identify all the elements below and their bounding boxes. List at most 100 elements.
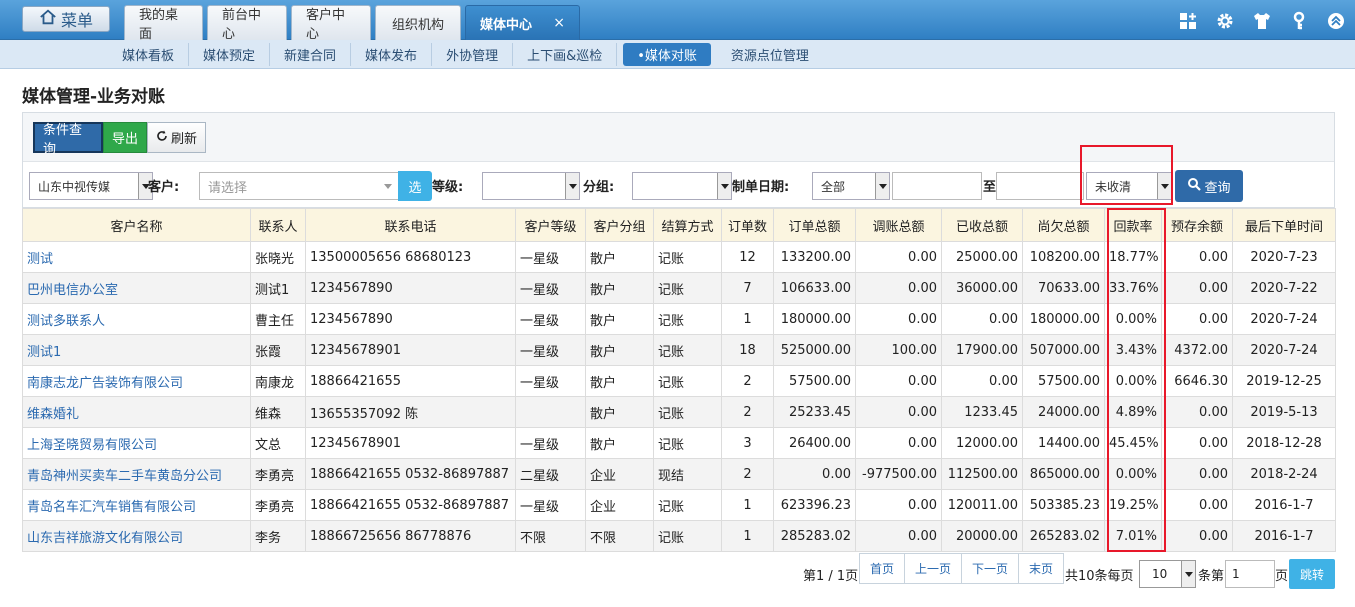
date-to-input[interactable]: [996, 172, 1084, 200]
subnav-media-reconciliation[interactable]: •媒体对账: [623, 43, 711, 66]
cell-order-count: 2: [721, 396, 774, 428]
last-page-button[interactable]: 末页: [1018, 553, 1064, 584]
cell-received-total: 1233.45: [941, 396, 1023, 428]
per-page-select[interactable]: 10: [1139, 560, 1196, 588]
tab-label: 客户中心: [306, 8, 346, 42]
subnav-new-contract[interactable]: 新建合同: [270, 43, 352, 66]
next-page-button[interactable]: 下一页: [961, 553, 1019, 584]
cell-customer-name[interactable]: 山东吉祥旅游文化有限公司: [22, 520, 251, 552]
company-select[interactable]: 山东中视传媒: [29, 172, 153, 200]
cell-contact: 南康龙: [250, 365, 306, 397]
cell-phone: 18866421655 0532-86897887: [305, 458, 516, 490]
cell-received-total: 25000.00: [941, 241, 1023, 273]
cell-order-total: 106633.00: [773, 272, 856, 304]
cell-adjust-total: 0.00: [855, 303, 942, 335]
col-last-order-time[interactable]: 最后下单时间: [1232, 208, 1336, 242]
cell-last-order-time: 2016-1-7: [1232, 520, 1336, 552]
cell-phone: 12345678901: [305, 334, 516, 366]
collection-rate-highlight-box: [1107, 208, 1166, 552]
cell-customer-name[interactable]: 上海圣晓贸易有限公司: [22, 427, 251, 459]
cell-customer-name[interactable]: 维森婚礼: [22, 396, 251, 428]
first-page-button[interactable]: 首页: [859, 553, 905, 584]
cell-owed-total: 108200.00: [1022, 241, 1105, 273]
cell-level: 二星级: [515, 458, 586, 490]
cell-order-total: 0.00: [773, 458, 856, 490]
prev-page-button[interactable]: 上一页: [904, 553, 962, 584]
subnav-outsourcing[interactable]: 外协管理: [432, 43, 514, 66]
cell-contact: 李务: [250, 520, 306, 552]
col-customer-name[interactable]: 客户名称: [22, 208, 251, 242]
key-icon[interactable]: [1288, 10, 1310, 32]
jump-button[interactable]: 跳转: [1289, 559, 1335, 589]
pick-customer-button[interactable]: 选: [398, 171, 432, 201]
cell-customer-name[interactable]: 南康志龙广告装饰有限公司: [22, 365, 251, 397]
tab-front-center[interactable]: 前台中心: [207, 5, 287, 42]
subnav-media-booking[interactable]: 媒体预定: [189, 43, 271, 66]
col-order-count[interactable]: 订单数: [721, 208, 774, 242]
cell-group: 企业: [585, 458, 654, 490]
collapse-up-icon[interactable]: [1325, 10, 1347, 32]
cell-customer-name[interactable]: 测试多联系人: [22, 303, 251, 335]
cell-group: 散户: [585, 365, 654, 397]
button-label: 查询: [1204, 180, 1231, 196]
col-prepaid-balance[interactable]: 预存余额: [1161, 208, 1233, 242]
col-order-total[interactable]: 订单总额: [773, 208, 856, 242]
cell-customer-name[interactable]: 测试: [22, 241, 251, 273]
cell-order-total: 285283.02: [773, 520, 856, 552]
grid-plus-icon[interactable]: [1177, 10, 1199, 32]
cell-order-total: 133200.00: [773, 241, 856, 273]
subnav-posting-inspection[interactable]: 上下画&巡检: [513, 43, 618, 66]
close-icon[interactable]: ×: [553, 15, 565, 31]
date-from-input[interactable]: [892, 172, 982, 200]
group-select[interactable]: [632, 172, 732, 200]
goto-page-input[interactable]: 1: [1225, 560, 1275, 588]
refresh-icon: [156, 130, 168, 146]
cell-settlement: 现结: [653, 458, 722, 490]
refresh-button[interactable]: 刷新: [147, 122, 206, 153]
level-label: 等级:: [432, 180, 464, 195]
subnav-media-publish[interactable]: 媒体发布: [351, 43, 433, 66]
subnav-media-board[interactable]: 媒体看板: [108, 43, 190, 66]
col-contact[interactable]: 联系人: [250, 208, 306, 242]
shirt-icon[interactable]: [1251, 10, 1273, 32]
col-settlement[interactable]: 结算方式: [653, 208, 722, 242]
cell-contact: 文总: [250, 427, 306, 459]
menu-button[interactable]: 菜单: [22, 6, 110, 32]
cell-contact: 测试1: [250, 272, 306, 304]
tab-organization[interactable]: 组织机构: [375, 5, 461, 40]
cell-level: [515, 396, 586, 428]
cell-group: 散户: [585, 303, 654, 335]
date-scope-select[interactable]: 全部: [812, 172, 890, 200]
tab-customer-center[interactable]: 客户中心: [291, 5, 371, 42]
tab-my-desktop[interactable]: 我的桌面: [124, 5, 203, 42]
col-level[interactable]: 客户等级: [515, 208, 586, 242]
customer-input[interactable]: 请选择: [199, 172, 399, 200]
cell-settlement: 记账: [653, 241, 722, 273]
cell-customer-name[interactable]: 青岛神州买卖车二手车黄岛分公司: [22, 458, 251, 490]
cell-contact: 曹主任: [250, 303, 306, 335]
query-button[interactable]: 查询: [1175, 170, 1243, 202]
filter-query-button[interactable]: 条件查询: [33, 122, 103, 157]
cell-order-count: 1: [721, 303, 774, 335]
cell-customer-name[interactable]: 青岛名车汇汽车销售有限公司: [22, 489, 251, 521]
col-owed-total[interactable]: 尚欠总额: [1022, 208, 1105, 242]
col-received-total[interactable]: 已收总额: [941, 208, 1023, 242]
cell-customer-name[interactable]: 测试1: [22, 334, 251, 366]
cell-customer-name[interactable]: 巴州电信办公室: [22, 272, 251, 304]
gear-icon[interactable]: [1214, 10, 1236, 32]
col-phone[interactable]: 联系电话: [305, 208, 516, 242]
cell-adjust-total: 0.00: [855, 396, 942, 428]
col-group[interactable]: 客户分组: [585, 208, 654, 242]
cell-group: 散户: [585, 241, 654, 273]
cell-phone: 1234567890: [305, 303, 516, 335]
tab-label: 我的桌面: [139, 8, 179, 42]
col-adjust-total[interactable]: 调账总额: [855, 208, 942, 242]
level-select[interactable]: [482, 172, 580, 200]
subnav-resource-points[interactable]: 资源点位管理: [717, 43, 823, 66]
tab-media-center[interactable]: 媒体中心 ×: [465, 5, 580, 40]
cell-contact: 李勇亮: [250, 489, 306, 521]
cell-prepaid-balance: 0.00: [1161, 427, 1233, 459]
search-icon: [1187, 177, 1202, 195]
export-button[interactable]: 导出: [103, 122, 147, 153]
company-value: 山东中视传媒: [38, 179, 111, 194]
